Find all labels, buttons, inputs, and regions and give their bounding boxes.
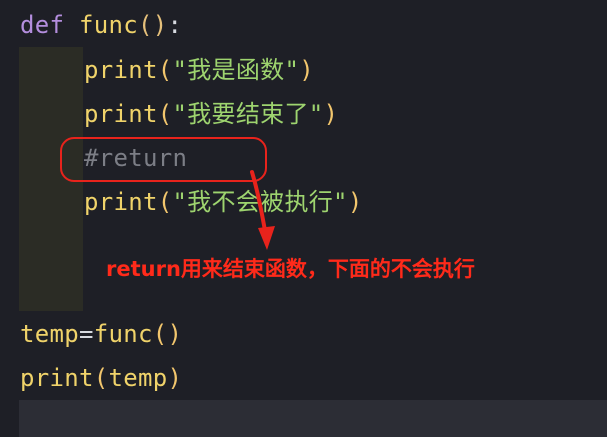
annotation-arrow-icon xyxy=(250,170,275,250)
code-editor[interactable]: def func(): print("我是函数") print("我要结束了")… xyxy=(0,0,607,437)
annotation-text: return用来结束函数，下面的不会执行 xyxy=(106,257,475,281)
